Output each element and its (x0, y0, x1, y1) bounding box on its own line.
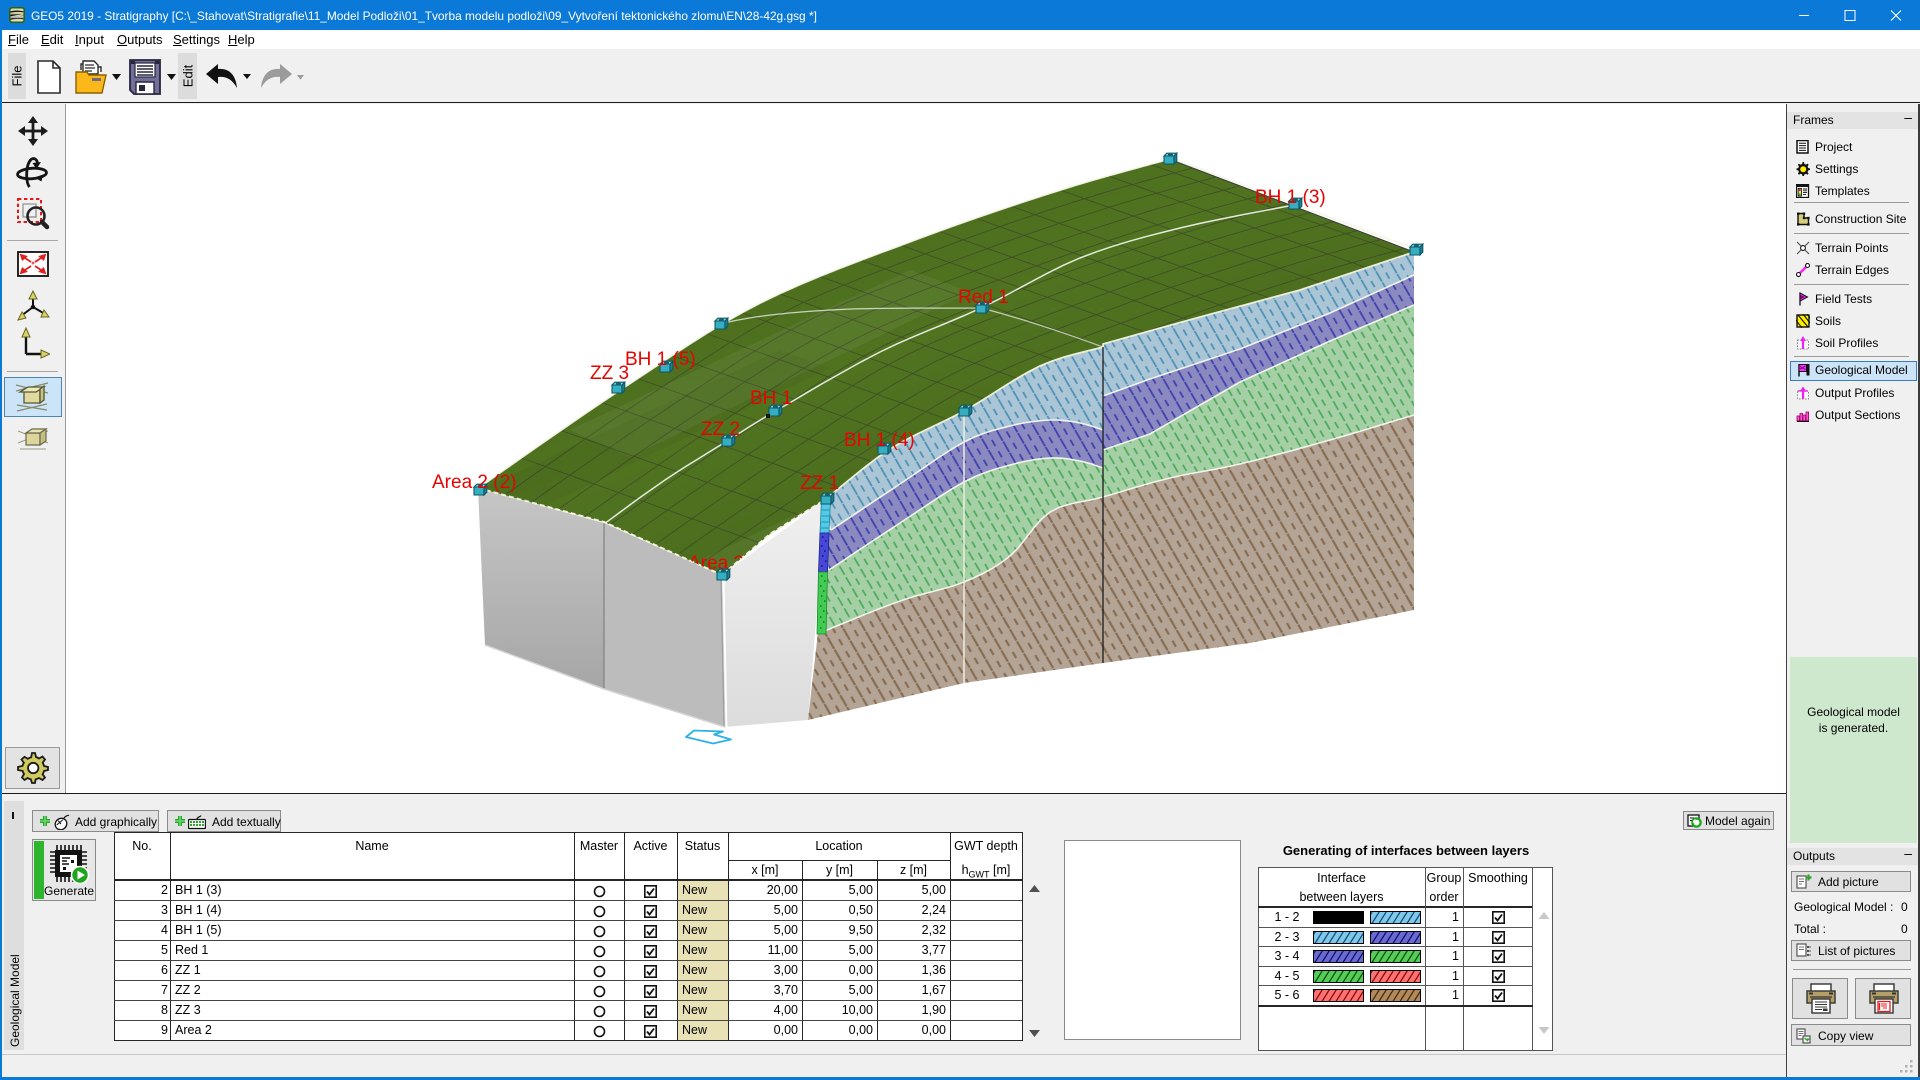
svg-text:Red 1: Red 1 (958, 287, 1009, 308)
svg-text:ZZ 1: ZZ 1 (800, 473, 839, 494)
svg-text:ZZ 2: ZZ 2 (701, 419, 740, 440)
svg-text:Area 2 (2): Area 2 (2) (432, 472, 516, 493)
svg-text:BH 1 (3): BH 1 (3) (1255, 187, 1326, 208)
svg-text:BH 1 (5): BH 1 (5) (625, 349, 696, 370)
svg-text:BH 1 (4): BH 1 (4) (844, 430, 915, 451)
svg-text:BH 1: BH 1 (750, 388, 792, 409)
svg-text:ZZ 3: ZZ 3 (590, 363, 629, 384)
